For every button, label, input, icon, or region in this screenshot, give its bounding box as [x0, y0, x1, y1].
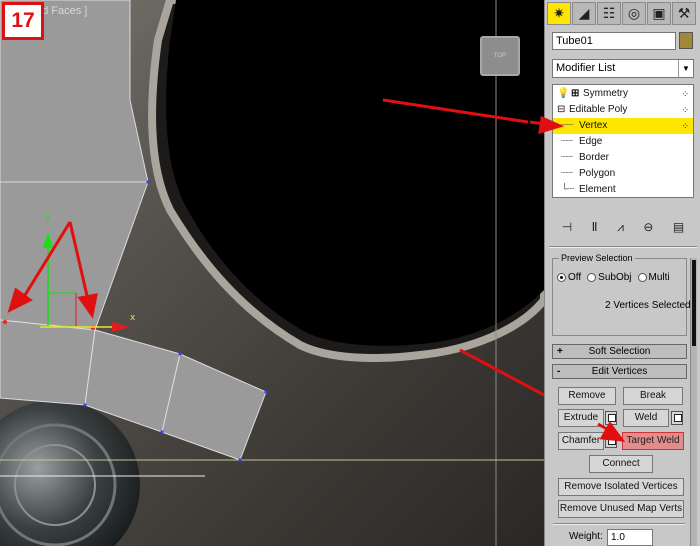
stack-tools-row: ⊣ Ⅱ ⩘ ⊖ ▤	[552, 216, 694, 238]
viewcube[interactable]: TOP	[480, 36, 520, 76]
preview-selection-title: Preview Selection	[559, 253, 635, 263]
display-tab-icon[interactable]: ▣	[647, 2, 671, 25]
stack-item-edge[interactable]: ┈┈ Edge	[553, 134, 693, 150]
preview-selection-group: Preview Selection	[552, 253, 687, 336]
stack-item-border[interactable]: ┈┈ Border	[553, 150, 693, 166]
hierarchy-tab-icon[interactable]: ☷	[597, 2, 621, 25]
rollout-title: Edit Vertices	[591, 366, 648, 377]
collapse-minus-icon: -	[557, 366, 561, 377]
tree-branch-icon: ┈┈	[561, 152, 574, 163]
soft-selection-rollout[interactable]: + Soft Selection	[552, 344, 687, 359]
target-weld-button[interactable]: Target Weld	[622, 432, 684, 450]
chamfer-settings-icon[interactable]	[605, 434, 617, 448]
collapse-minus-icon[interactable]: ⊟	[557, 102, 565, 118]
radio-label: SubObj	[598, 272, 632, 283]
remove-button[interactable]: Remove	[558, 387, 616, 405]
stack-item-label: Element	[579, 184, 616, 195]
stack-item-label: Polygon	[579, 168, 616, 179]
radio-button-icon[interactable]	[557, 273, 566, 282]
pin-dots-icon: ⁘	[681, 105, 689, 115]
preview-selection-options: Off SubObj Multi	[557, 272, 687, 283]
radio-subobj[interactable]: SubObj	[587, 272, 632, 283]
axis-x-label: x	[130, 313, 136, 323]
object-name-field[interactable]: Tube01	[552, 32, 676, 50]
configure-sets-icon[interactable]: ▤	[673, 220, 684, 234]
tree-branch-icon: ┈┈	[561, 168, 574, 179]
utilities-tab-icon[interactable]: ⚒	[672, 2, 696, 25]
rollout-title: Soft Selection	[588, 346, 651, 357]
connect-button[interactable]: Connect	[589, 455, 653, 473]
viewport-scene: y x	[0, 0, 544, 546]
stack-item-label: Vertex	[579, 120, 608, 131]
axis-y-label: y	[45, 213, 51, 223]
selection-status: 2 Vertices Selected	[605, 300, 691, 311]
stack-item-symmetry[interactable]: 💡 ⊞ Symmetry ⁘	[553, 86, 693, 102]
stack-item-vertex[interactable]: ┈┈ Vertex ⁘	[553, 118, 693, 134]
perspective-viewport[interactable]: y x ed Faces ] TOP 17	[0, 0, 544, 546]
weight-input[interactable]: 1.0	[607, 529, 653, 546]
weld-button[interactable]: Weld	[623, 409, 669, 427]
extrude-settings-icon[interactable]	[605, 411, 617, 425]
object-color-swatch[interactable]	[679, 32, 693, 49]
stack-item-label: Symmetry	[583, 88, 628, 99]
weld-settings-icon[interactable]	[671, 411, 683, 425]
tree-branch-icon: └┈	[561, 184, 575, 195]
stack-item-editable-poly[interactable]: ⊟ Editable Poly ⁘	[553, 102, 693, 118]
command-panel: ✷ ◢ ☷ ◎ ▣ ⚒ Tube01 Modifier List ▼ 💡 ⊞ S…	[544, 0, 700, 546]
radio-multi[interactable]: Multi	[637, 272, 670, 283]
tree-branch-icon: ┈┈	[561, 120, 574, 131]
remove-modifier-icon[interactable]: ⊖	[643, 220, 653, 234]
remove-isolated-vertices-button[interactable]: Remove Isolated Vertices	[558, 478, 684, 496]
expand-plus-icon[interactable]: ⊞	[571, 86, 579, 102]
modify-tab-icon[interactable]: ◢	[572, 2, 596, 25]
stack-item-polygon[interactable]: ┈┈ Polygon	[553, 166, 693, 182]
motion-tab-icon[interactable]: ◎	[622, 2, 646, 25]
edit-vertices-rollout[interactable]: - Edit Vertices	[552, 364, 687, 379]
radio-label: Multi	[648, 272, 670, 283]
modifier-list-dropdown[interactable]: Modifier List ▼	[552, 59, 694, 78]
chevron-down-icon[interactable]: ▼	[678, 60, 693, 77]
show-end-result-icon[interactable]: Ⅱ	[592, 220, 598, 234]
pin-dots-icon: ⁘	[681, 89, 689, 99]
panel-divider	[549, 246, 697, 248]
break-button[interactable]: Break	[623, 387, 683, 405]
expand-plus-icon: +	[557, 346, 563, 357]
step-number-badge: 17	[2, 2, 44, 40]
remove-unused-map-verts-button[interactable]: Remove Unused Map Verts	[558, 500, 684, 518]
radio-off[interactable]: Off	[557, 272, 581, 283]
command-panel-tabs: ✷ ◢ ☷ ◎ ▣ ⚒	[547, 2, 699, 26]
panel-divider	[553, 523, 685, 525]
stack-item-label: Edge	[579, 136, 603, 147]
scrollbar-thumb[interactable]	[692, 260, 696, 346]
create-tab-icon[interactable]: ✷	[547, 2, 571, 25]
radio-button-icon[interactable]	[637, 273, 647, 282]
weight-label: Weight:	[569, 531, 603, 542]
radio-label: Off	[568, 272, 582, 283]
modifier-stack[interactable]: 💡 ⊞ Symmetry ⁘ ⊟ Editable Poly ⁘ ┈┈ Vert…	[552, 84, 694, 198]
tree-branch-icon: ┈┈	[561, 136, 574, 147]
lightbulb-icon[interactable]: 💡	[557, 86, 569, 102]
modifier-list-label: Modifier List	[556, 62, 616, 74]
pin-stack-icon[interactable]: ⊣	[562, 220, 572, 234]
extrude-button[interactable]: Extrude	[558, 409, 604, 427]
pin-dots-icon: ⁘	[681, 121, 689, 131]
chamfer-button[interactable]: Chamfer	[558, 432, 604, 450]
mesh-polygon-lower-1	[0, 319, 96, 406]
stack-item-element[interactable]: └┈ Element	[553, 182, 693, 198]
stack-item-label: Editable Poly	[569, 104, 628, 115]
make-unique-icon[interactable]: ⩘	[617, 220, 624, 235]
radio-button-icon[interactable]	[587, 273, 597, 282]
stack-item-label: Border	[579, 152, 610, 163]
panel-scrollbar[interactable]	[690, 258, 697, 546]
